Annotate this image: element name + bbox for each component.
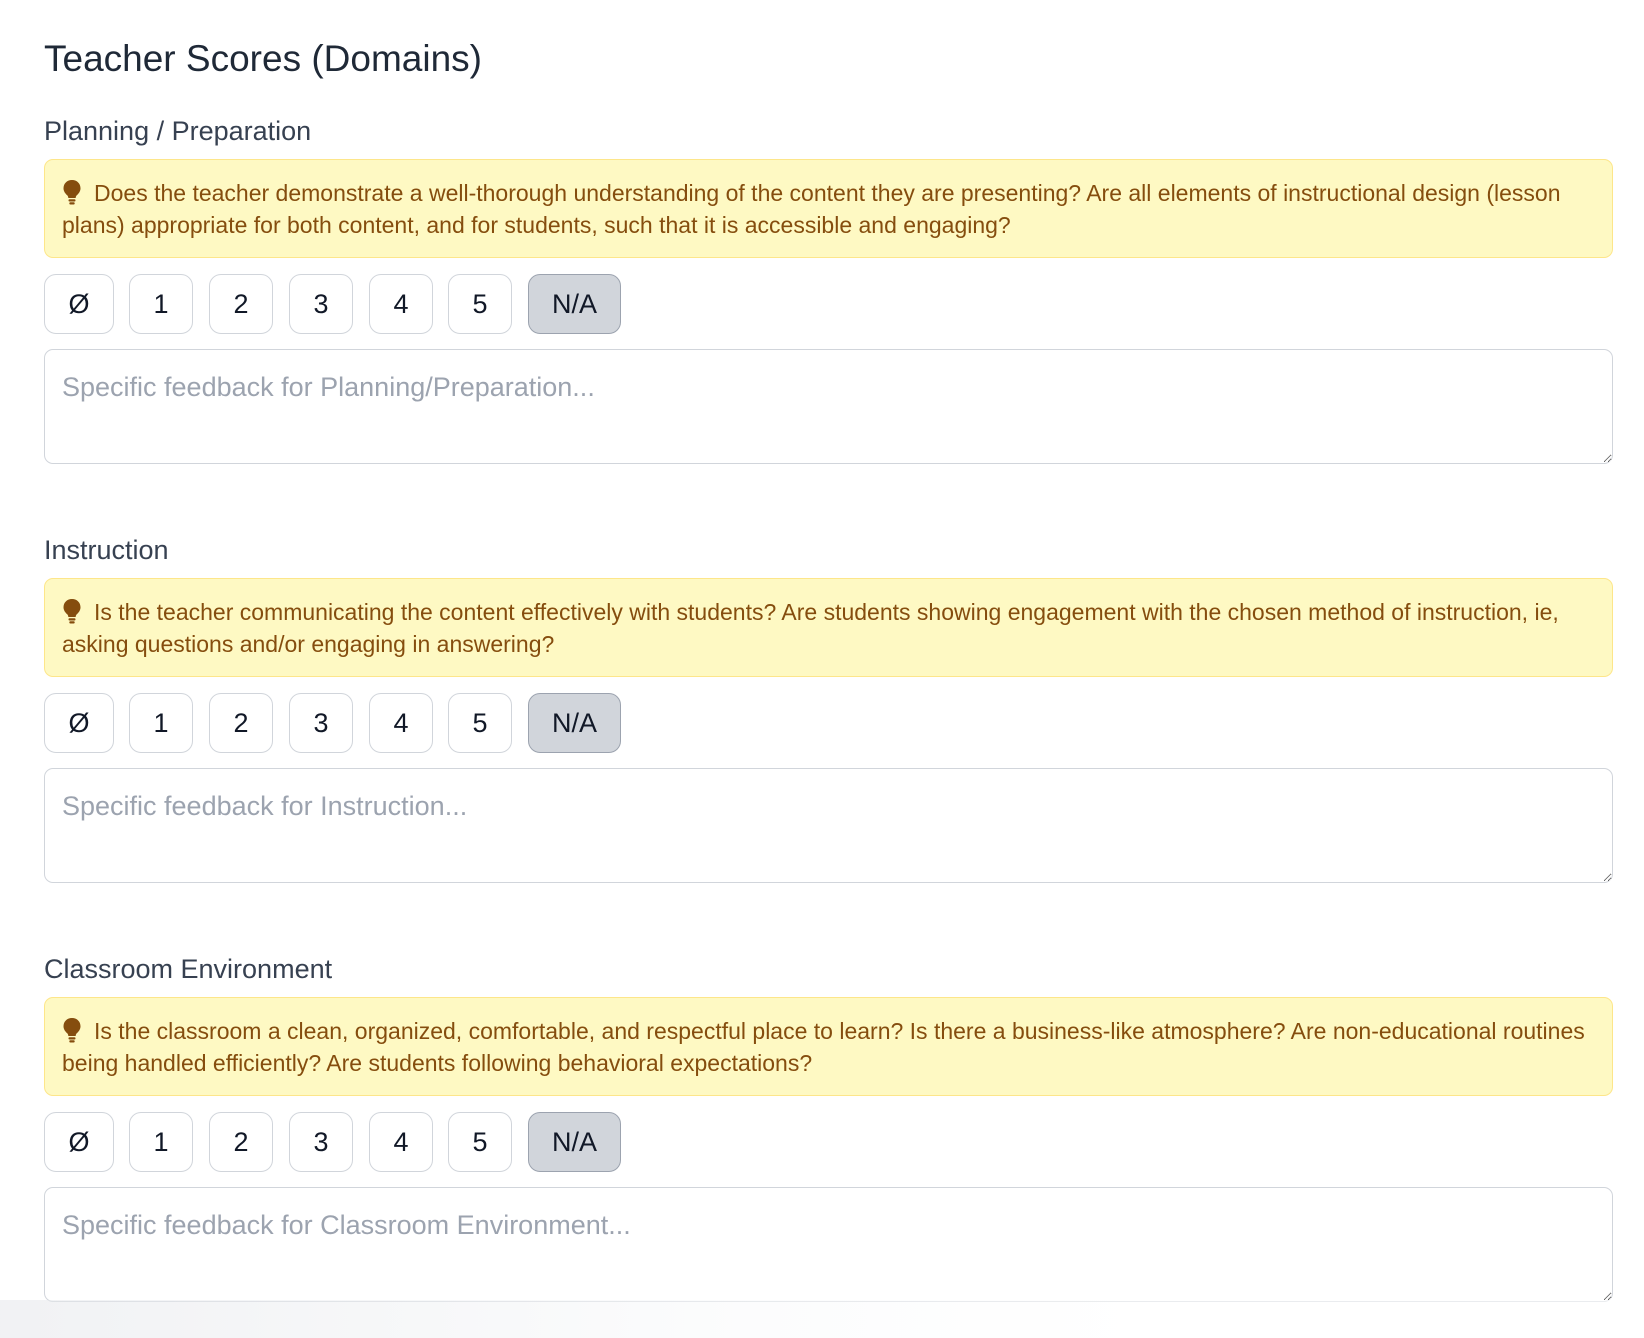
score-option-4[interactable]: 4 [369,693,433,753]
score-option-3[interactable]: 3 [289,693,353,753]
score-option-2[interactable]: 2 [209,1112,273,1172]
score-option-na[interactable]: N/A [528,1112,621,1172]
domain-hint: Is the teacher communicating the content… [44,578,1613,677]
score-option-na[interactable]: N/A [528,274,621,334]
feedback-textarea[interactable] [44,349,1613,464]
lightbulb-icon [63,180,81,205]
domain-label: Instruction [44,535,169,565]
score-option-none[interactable]: Ø [44,1112,114,1172]
score-option-1[interactable]: 1 [129,1112,193,1172]
domain-label: Classroom Environment [44,954,333,984]
score-option-3[interactable]: 3 [289,1112,353,1172]
domain-hint-text: Is the teacher communicating the content… [62,599,1559,657]
score-option-2[interactable]: 2 [209,693,273,753]
score-option-1[interactable]: 1 [129,274,193,334]
domain-hint-text: Does the teacher demonstrate a well-thor… [62,180,1561,238]
feedback-textarea[interactable] [44,768,1613,883]
domain-hint: Does the teacher demonstrate a well-thor… [44,159,1613,258]
score-option-4[interactable]: 4 [369,1112,433,1172]
score-option-2[interactable]: 2 [209,274,273,334]
score-option-5[interactable]: 5 [448,693,512,753]
score-option-none[interactable]: Ø [44,274,114,334]
page-title: Teacher Scores (Domains) [44,38,482,79]
score-option-none[interactable]: Ø [44,693,114,753]
domain-hint: Is the classroom a clean, organized, com… [44,997,1613,1096]
score-option-1[interactable]: 1 [129,693,193,753]
lightbulb-icon [63,599,81,624]
feedback-textarea[interactable] [44,1187,1613,1302]
lightbulb-icon [63,1018,81,1043]
score-option-4[interactable]: 4 [369,274,433,334]
score-option-5[interactable]: 5 [448,274,512,334]
score-option-5[interactable]: 5 [448,1112,512,1172]
domain-hint-text: Is the classroom a clean, organized, com… [62,1018,1585,1076]
score-option-3[interactable]: 3 [289,274,353,334]
score-option-na[interactable]: N/A [528,693,621,753]
bottom-shadow [0,1300,1644,1338]
domain-label: Planning / Preparation [44,116,312,146]
